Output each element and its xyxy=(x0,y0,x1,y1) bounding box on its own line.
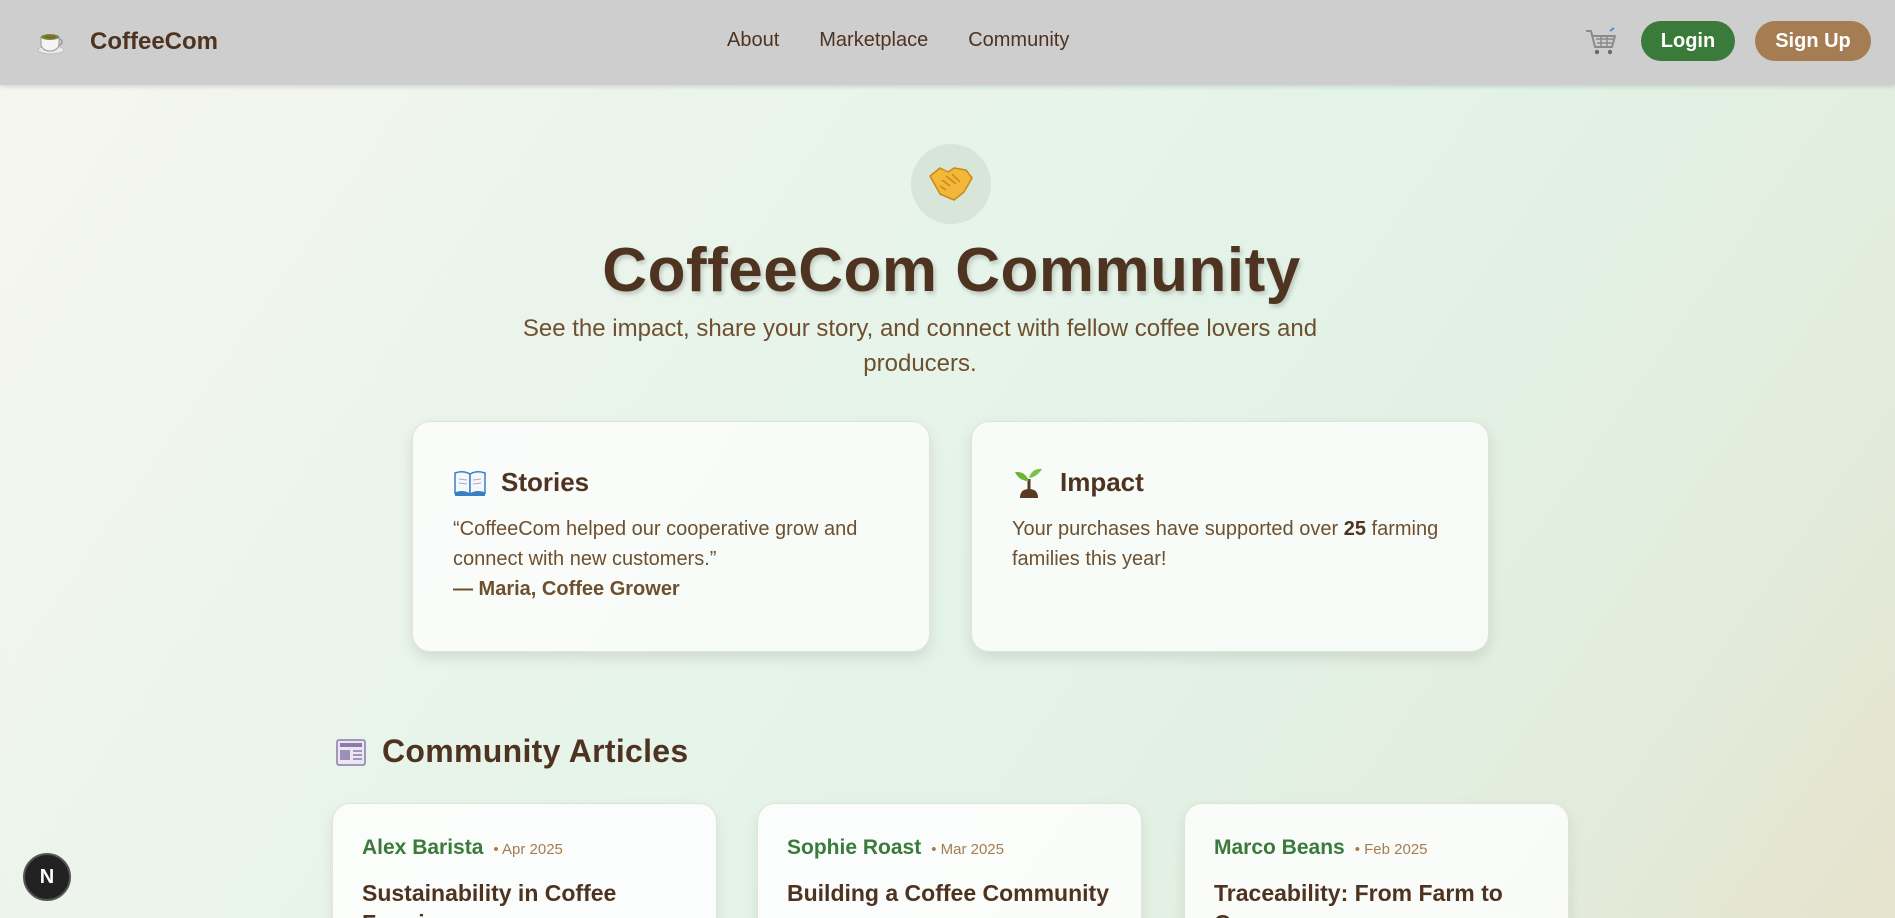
impact-text-before: Your purchases have supported over xyxy=(1012,518,1344,540)
stories-quote: “CoffeeCom helped our cooperative grow a… xyxy=(453,518,858,570)
article-card[interactable]: Marco Beans • Feb 2025 Traceability: Fro… xyxy=(1184,803,1569,918)
articles-heading: Community Articles xyxy=(334,733,689,770)
article-title[interactable]: Building a Coffee Community xyxy=(787,878,1112,908)
hero-icon-circle xyxy=(911,144,991,224)
coffee-cup-icon xyxy=(34,25,68,59)
article-title[interactable]: Sustainability in Coffee Farming xyxy=(362,878,687,918)
stories-author: — Maria, Coffee Grower xyxy=(453,578,680,600)
article-author: Sophie Roast xyxy=(787,836,922,859)
navbar: CoffeeCom About Marketplace Community Lo… xyxy=(0,0,1895,85)
stories-card: Stories “CoffeeCom helped our cooperativ… xyxy=(412,421,930,652)
impact-card: Impact Your purchases have supported ove… xyxy=(971,421,1489,652)
cart-icon[interactable] xyxy=(1584,25,1618,59)
dev-tools-badge[interactable]: N xyxy=(23,853,71,901)
impact-number: 25 xyxy=(1343,518,1366,540)
nav-links: About Marketplace Community xyxy=(727,29,1069,52)
impact-title: Impact xyxy=(1060,466,1144,497)
article-author: Marco Beans xyxy=(1214,836,1345,859)
article-title[interactable]: Traceability: From Farm to Cup xyxy=(1214,878,1539,918)
brand-name: CoffeeCom xyxy=(90,28,219,55)
article-date: • Feb 2025 xyxy=(1354,841,1428,858)
page-title: CoffeeCom Community xyxy=(602,236,1301,305)
article-card[interactable]: Sophie Roast • Mar 2025 Building a Coffe… xyxy=(757,803,1142,918)
article-author: Alex Barista xyxy=(362,836,484,859)
nav-link-marketplace[interactable]: Marketplace xyxy=(819,29,928,52)
article-date: • Apr 2025 xyxy=(493,841,563,858)
seedling-icon xyxy=(1012,465,1046,499)
signup-button[interactable]: Sign Up xyxy=(1755,21,1871,61)
brand[interactable]: CoffeeCom xyxy=(34,22,218,62)
handshake-icon xyxy=(928,162,974,207)
article-date: • Mar 2025 xyxy=(931,841,1004,858)
nav-link-community[interactable]: Community xyxy=(968,29,1069,52)
article-card[interactable]: Alex Barista • Apr 2025 Sustainability i… xyxy=(332,803,717,918)
articles-title: Community Articles xyxy=(382,733,689,769)
impact-text: Your purchases have supported over 25 fa… xyxy=(1012,514,1448,574)
nav-link-about[interactable]: About xyxy=(727,29,779,52)
page-subtitle: See the impact, share your story, and co… xyxy=(522,315,1318,377)
newspaper-icon xyxy=(334,735,368,769)
stories-title: Stories xyxy=(501,466,590,497)
login-button[interactable]: Login xyxy=(1641,21,1735,61)
book-icon xyxy=(453,465,487,499)
